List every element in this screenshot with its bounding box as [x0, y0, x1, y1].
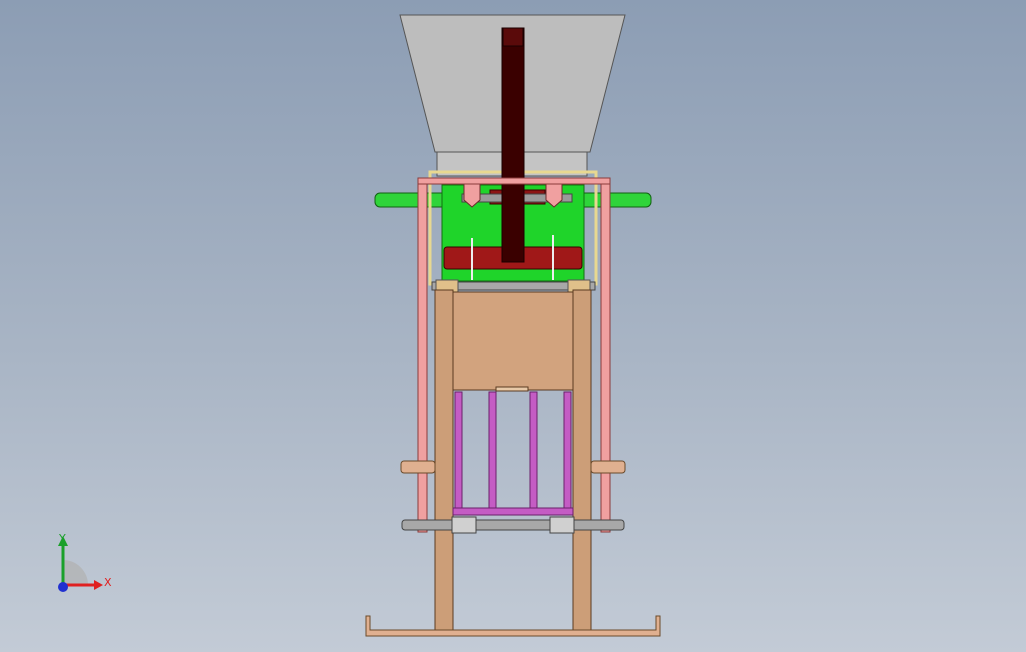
lever-arm[interactable]: [501, 27, 525, 263]
lower-axle-roller-right: [549, 516, 575, 534]
right-side-rail[interactable]: [600, 177, 611, 533]
lower-axle-roller-left: [451, 516, 477, 534]
y-axis-label: Y: [58, 532, 66, 545]
mold-box[interactable]: [452, 291, 574, 391]
right-pin[interactable]: [590, 460, 626, 474]
mold-bar-4: [563, 391, 572, 511]
z-axis-icon: [58, 582, 68, 592]
machine-model[interactable]: [0, 0, 1026, 652]
x-axis-label: X: [104, 576, 112, 589]
mold-base-plate: [452, 507, 574, 516]
x-axis-arrow-icon: [94, 580, 103, 590]
left-leg[interactable]: [434, 289, 454, 633]
mold-bar-1: [454, 391, 463, 511]
triad-arc: [63, 560, 88, 585]
lower-axle[interactable]: [401, 519, 625, 531]
lever-cap: [502, 27, 524, 47]
cad-viewport[interactable]: Y X: [0, 0, 1026, 652]
left-pin[interactable]: [400, 460, 436, 474]
left-side-rail[interactable]: [417, 177, 428, 533]
mold-bar-2: [488, 391, 497, 511]
right-leg[interactable]: [572, 289, 592, 633]
mold-box-lip: [495, 386, 529, 392]
base-rail[interactable]: [365, 615, 661, 637]
coordinate-triad: Y X: [58, 532, 112, 592]
mold-bar-3: [529, 391, 538, 511]
top-rail: [417, 177, 611, 185]
